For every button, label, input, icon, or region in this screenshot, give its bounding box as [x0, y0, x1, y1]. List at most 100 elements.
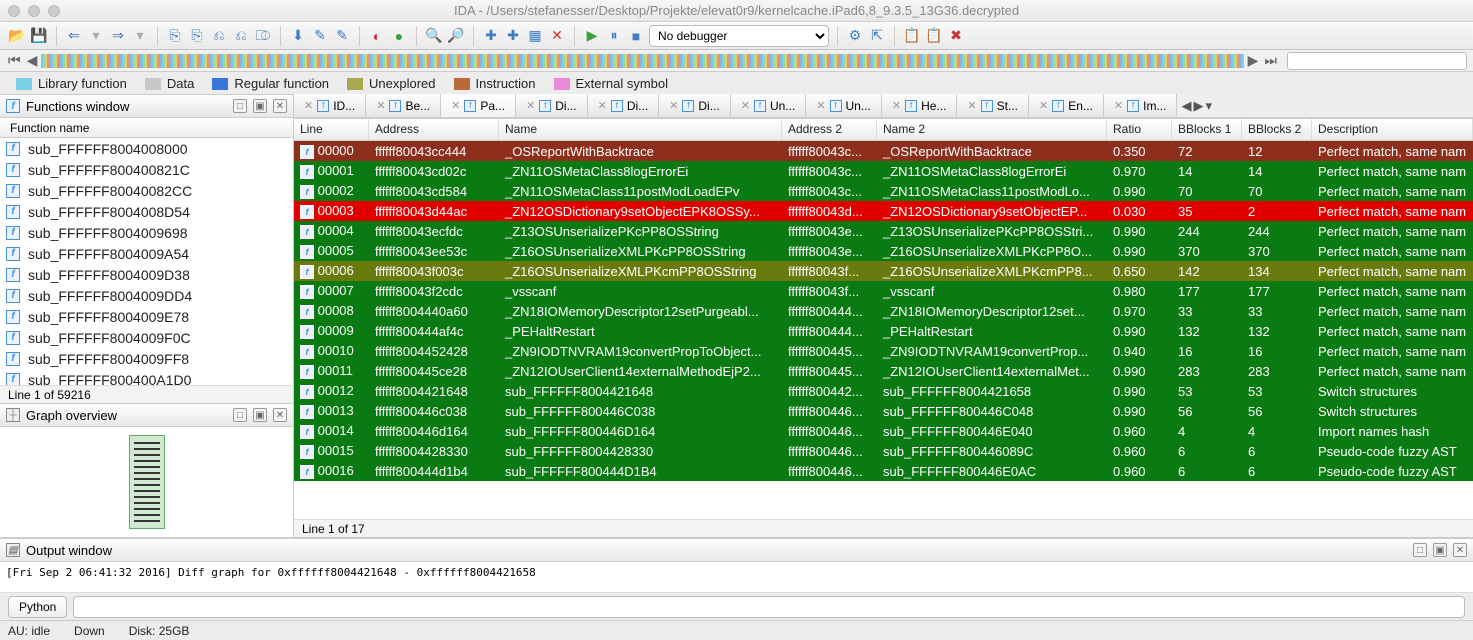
tab-6[interactable]: ✕fUn...	[731, 94, 807, 117]
tab-11[interactable]: ✕fIm...	[1104, 94, 1178, 117]
grid-row[interactable]: f 00005ffffff80043ee53c_Z16OSUnserialize…	[294, 241, 1473, 261]
search-text-icon[interactable]: 🔍	[425, 27, 443, 45]
panel-restore-icon[interactable]: ▣	[253, 99, 267, 113]
arrow-down-icon[interactable]: ⬇	[289, 27, 307, 45]
output-lang-button[interactable]: Python	[8, 596, 67, 618]
function-list-item[interactable]: fsub_FFFFFF80040082CC	[0, 180, 293, 201]
col-description[interactable]: Description	[1312, 119, 1473, 140]
tab-scroll-left-icon[interactable]: ◀	[1181, 98, 1191, 114]
tab-close-icon[interactable]: ✕	[304, 99, 313, 112]
nav-next-icon[interactable]: ▶	[1246, 52, 1261, 69]
output-text[interactable]: [Fri Sep 2 06:41:32 2016] Diff graph for…	[0, 562, 1473, 592]
close-window-icon[interactable]	[8, 5, 20, 17]
chart-icon[interactable]: ▦	[526, 27, 544, 45]
nav-first-icon[interactable]: ⏮	[6, 52, 23, 69]
grid-row[interactable]: f 00009ffffff800444af4c_PEHaltRestartfff…	[294, 321, 1473, 341]
tab-close-icon[interactable]: ✕	[967, 99, 976, 112]
graph-restore-icon[interactable]: ▣	[253, 408, 267, 422]
col-address[interactable]: Address	[369, 119, 499, 140]
opt-icon-3[interactable]: 📋	[903, 27, 921, 45]
tool-icon-5[interactable]: ⎄	[254, 27, 272, 45]
tab-close-icon[interactable]: ✕	[892, 99, 901, 112]
col-line[interactable]: Line	[294, 119, 369, 140]
grid-row[interactable]: f 00002ffffff80043cd584_ZN11OSMetaClass1…	[294, 181, 1473, 201]
function-list-item[interactable]: fsub_FFFFFF8004009DD4	[0, 285, 293, 306]
tab-list-icon[interactable]: ▾	[1205, 98, 1212, 114]
zoom-window-icon[interactable]	[48, 5, 60, 17]
tab-close-icon[interactable]: ✕	[598, 99, 607, 112]
panel-close-icon[interactable]: ✕	[273, 99, 287, 113]
tab-9[interactable]: ✕fSt...	[957, 94, 1029, 117]
minimize-window-icon[interactable]	[28, 5, 40, 17]
save-icon[interactable]: 💾	[30, 27, 48, 45]
graph-dock-icon[interactable]: □	[233, 408, 247, 422]
nav-prev-icon[interactable]: ◀	[25, 52, 40, 69]
output-command-input[interactable]	[73, 596, 1465, 618]
output-close-icon[interactable]: ✕	[1453, 543, 1467, 557]
text-note-icon[interactable]: ✎	[311, 27, 329, 45]
address-jump-input[interactable]	[1287, 52, 1467, 70]
stop-icon[interactable]: ■	[627, 27, 645, 45]
green-dot-icon[interactable]: ●	[390, 27, 408, 45]
grid-body[interactable]: f 00000ffffff80043cc444_OSReportWithBack…	[294, 141, 1473, 519]
grid-row[interactable]: f 00006ffffff80043f003c_Z16OSUnserialize…	[294, 261, 1473, 281]
function-list-item[interactable]: fsub_FFFFFF8004008D54	[0, 201, 293, 222]
tab-close-icon[interactable]: ✕	[741, 99, 750, 112]
debugger-select[interactable]: No debugger	[649, 25, 829, 47]
col-bblocks-2[interactable]: BBlocks 2	[1242, 119, 1312, 140]
col-address-2[interactable]: Address 2	[782, 119, 877, 140]
tool-icon-1[interactable]: ⎘	[166, 27, 184, 45]
function-list-item[interactable]: fsub_FFFFFF8004008000	[0, 138, 293, 159]
grid-row[interactable]: f 00011ffffff800445ce28_ZN12IOUserClient…	[294, 361, 1473, 381]
nav-forward-icon[interactable]: ⇒	[109, 27, 127, 45]
nav-last-icon[interactable]: ⏭	[1262, 52, 1279, 69]
open-file-icon[interactable]: 📂	[8, 27, 26, 45]
grid-row[interactable]: f 00001ffffff80043cd02c_ZN11OSMetaClass8…	[294, 161, 1473, 181]
tab-5[interactable]: ✕fDi...	[659, 94, 731, 117]
grid-row[interactable]: f 00012ffffff8004421648sub_FFFFFF8004421…	[294, 381, 1473, 401]
grid-row[interactable]: f 00010ffffff8004452428_ZN9IODTNVRAM19co…	[294, 341, 1473, 361]
grid-row[interactable]: f 00003ffffff80043d44ac_ZN12OSDictionary…	[294, 201, 1473, 221]
function-list-item[interactable]: fsub_FFFFFF8004009D38	[0, 264, 293, 285]
grid-row[interactable]: f 00016ffffff800444d1b4sub_FFFFFF800444D…	[294, 461, 1473, 481]
tab-close-icon[interactable]: ✕	[669, 99, 678, 112]
grid-row[interactable]: f 00013ffffff800446c038sub_FFFFFF800446C…	[294, 401, 1473, 421]
segment-overview-icon[interactable]	[41, 54, 1243, 68]
function-list-item[interactable]: fsub_FFFFFF8004009FF8	[0, 348, 293, 369]
xref-icon[interactable]: ✚	[482, 27, 500, 45]
graph-close-icon[interactable]: ✕	[273, 408, 287, 422]
tab-0[interactable]: ✕fID...	[294, 94, 366, 117]
function-list-item[interactable]: fsub_FFFFFF8004009F0C	[0, 327, 293, 348]
opt-icon-2[interactable]: ⇱	[868, 27, 886, 45]
function-list-item[interactable]: fsub_FFFFFF800400821C	[0, 159, 293, 180]
tool-icon-2[interactable]: ⎘	[188, 27, 206, 45]
tool-icon-4[interactable]: ⎌	[232, 27, 250, 45]
function-list-item[interactable]: fsub_FFFFFF8004009698	[0, 222, 293, 243]
tool-icon-3[interactable]: ⎌	[210, 27, 228, 45]
delete-icon[interactable]: ✕	[548, 27, 566, 45]
function-list-item[interactable]: fsub_FFFFFF800400A1D0	[0, 369, 293, 385]
opt-icon-4[interactable]: 📋	[925, 27, 943, 45]
pause-icon[interactable]: ⏸	[605, 27, 623, 45]
function-list-item[interactable]: fsub_FFFFFF8004009A54	[0, 243, 293, 264]
nav-back-menu-icon[interactable]: ▾	[87, 27, 105, 45]
tab-8[interactable]: ✕fHe...	[882, 94, 958, 117]
opt-icon-1[interactable]: ⚙	[846, 27, 864, 45]
output-restore-icon[interactable]: ▣	[1433, 543, 1447, 557]
tab-10[interactable]: ✕fEn...	[1029, 94, 1104, 117]
grid-row[interactable]: f 00015ffffff8004428330sub_FFFFFF8004428…	[294, 441, 1473, 461]
tab-close-icon[interactable]: ✕	[816, 99, 825, 112]
tab-2[interactable]: ✕fPa...	[441, 94, 516, 117]
text-mark-icon[interactable]: ✎	[333, 27, 351, 45]
tab-close-icon[interactable]: ✕	[526, 99, 535, 112]
search-next-icon[interactable]: 🔎	[447, 27, 465, 45]
col-ratio[interactable]: Ratio	[1107, 119, 1172, 140]
tab-close-icon[interactable]: ✕	[451, 99, 460, 112]
graph-overview[interactable]	[0, 427, 293, 537]
tab-1[interactable]: ✕fBe...	[366, 94, 441, 117]
grid-row[interactable]: f 00000ffffff80043cc444_OSReportWithBack…	[294, 141, 1473, 161]
grid-row[interactable]: f 00007ffffff80043f2cdc_vsscanfffffff800…	[294, 281, 1473, 301]
grid-row[interactable]: f 00008ffffff8004440a60_ZN18IOMemoryDesc…	[294, 301, 1473, 321]
tab-4[interactable]: ✕fDi...	[588, 94, 660, 117]
tab-close-icon[interactable]: ✕	[1039, 99, 1048, 112]
